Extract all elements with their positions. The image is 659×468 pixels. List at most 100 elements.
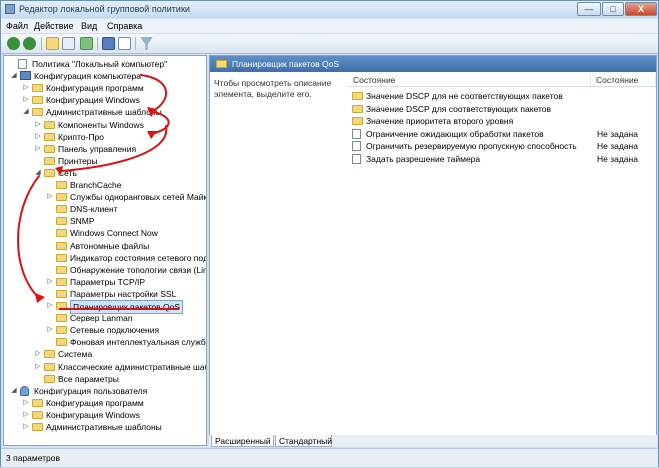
tree-item[interactable]: ▷ Классические административные шабло	[4, 361, 206, 373]
setting-row[interactable]: Значение приоритета второго уровня	[352, 115, 652, 127]
setting-state: Не задана	[597, 154, 638, 164]
folder-icon	[32, 410, 43, 419]
tree-item[interactable]: ▷ Конфигурация программ	[4, 397, 206, 409]
expand-icon[interactable]: ▷	[34, 143, 42, 155]
help-icon[interactable]	[102, 37, 115, 50]
collapse-icon[interactable]: ◢	[10, 70, 18, 82]
expand-icon[interactable]: ▷	[46, 191, 54, 203]
tree-item-label: Обнаружение топологии связи (Lin	[70, 264, 207, 275]
setting-row[interactable]: Ограничить резервируемую пропускную спос…	[352, 140, 652, 152]
folder-icon	[32, 96, 43, 105]
expand-icon[interactable]: ▷	[22, 421, 30, 433]
tree-item-label: Политика "Локальный компьютер"	[32, 59, 168, 69]
setting-label: Задать разрешение таймера	[366, 154, 481, 164]
folder-icon	[44, 120, 55, 129]
tree-item[interactable]: Windows Connect Now	[4, 227, 206, 239]
tree-item[interactable]: Автономные файлы	[4, 240, 206, 252]
tree-item[interactable]: ▷ Планировщик пакетов QoS	[4, 300, 206, 314]
menu-file[interactable]: Файл	[6, 21, 28, 31]
tree-item[interactable]: ▷ Конфигурация Windows	[4, 94, 206, 106]
tree-item-label: Все параметры	[58, 373, 119, 384]
details-title: Планировщик пакетов QoS	[232, 59, 340, 69]
menu-bar: Файл Действие Вид Справка	[1, 19, 658, 33]
tab-standard[interactable]: Стандартный	[275, 435, 332, 447]
minimize-button[interactable]: —	[577, 2, 601, 16]
tree-item[interactable]: Принтеры	[4, 155, 206, 167]
folder-icon[interactable]	[46, 37, 59, 50]
tree-item-label: Службы одноранговых сетей Майкр	[70, 192, 207, 203]
tree-item[interactable]: ◢ Сеть	[4, 167, 206, 179]
tree-item[interactable]: ▷ Параметры TCP/IP	[4, 276, 206, 288]
folder-icon	[216, 60, 227, 68]
tree-item[interactable]: Фоновая интеллектуальная служба	[4, 336, 206, 348]
policy-icon	[352, 128, 361, 139]
expand-icon[interactable]: ▷	[22, 397, 30, 409]
expand-icon[interactable]: ▷	[34, 348, 42, 360]
folder-icon	[56, 314, 67, 323]
tree-item[interactable]: ▷ Конфигурация Windows	[4, 409, 206, 421]
collapse-icon[interactable]: ◢	[34, 167, 42, 179]
tree-item[interactable]: ▷ Крипто-Про	[4, 131, 206, 143]
expand-icon[interactable]: ▷	[46, 276, 54, 288]
tree-item-label: SNMP	[70, 216, 95, 227]
folder-icon	[56, 229, 67, 238]
expand-icon[interactable]: ▷	[46, 324, 54, 336]
tree-item[interactable]: ▷ Службы одноранговых сетей Майкр	[4, 191, 206, 203]
tree-item[interactable]: Параметры настройки SSL	[4, 288, 206, 300]
tab-extended[interactable]: Расширенный	[211, 435, 274, 447]
tree-item[interactable]: ◢ Конфигурация компьютера	[4, 70, 206, 82]
expand-icon[interactable]: ▷	[46, 300, 54, 312]
setting-row[interactable]: Задать разрешение таймера Не задана	[352, 153, 652, 165]
menu-view[interactable]: Вид	[81, 21, 97, 31]
filter-icon[interactable]	[140, 37, 153, 50]
expand-icon[interactable]: ▷	[34, 131, 42, 143]
column-header-setting[interactable]: Состояние	[348, 74, 591, 87]
tree-item[interactable]: ▷ Административные шаблоны	[4, 421, 206, 433]
tree-item[interactable]: ▷ Панель управления	[4, 143, 206, 155]
tree-item[interactable]: ▷ Конфигурация программ	[4, 82, 206, 94]
expand-icon[interactable]: ▷	[22, 409, 30, 421]
expand-icon[interactable]: ▷	[34, 119, 42, 131]
forward-icon[interactable]	[23, 37, 36, 50]
close-button[interactable]: X	[625, 2, 657, 16]
tree-item[interactable]: SNMP	[4, 215, 206, 227]
back-icon[interactable]	[7, 37, 20, 50]
collapse-icon[interactable]: ◢	[22, 106, 30, 118]
maximize-button[interactable]: □	[602, 2, 624, 16]
tree-item[interactable]: Индикатор состояния сетевого подк	[4, 252, 206, 264]
collapse-icon[interactable]: ◢	[10, 385, 18, 397]
tree-item[interactable]: ▷ Система	[4, 348, 206, 360]
tree-item[interactable]: ◢ Конфигурация пользователя	[4, 385, 206, 397]
tree-item[interactable]: Политика "Локальный компьютер"	[4, 58, 206, 70]
column-header-state[interactable]: Состояние	[591, 74, 656, 87]
tree-item[interactable]: BranchCache	[4, 179, 206, 191]
folder-icon	[56, 181, 67, 189]
tree-item[interactable]: ◢ Административные шаблоны	[4, 106, 206, 118]
tree-item[interactable]: Все параметры	[4, 373, 206, 385]
tree-item[interactable]: Обнаружение топологии связи (Lin	[4, 264, 206, 276]
tree-item[interactable]: DNS-клиент	[4, 203, 206, 215]
menu-action[interactable]: Действие	[34, 21, 74, 31]
tree-toggle-icon[interactable]	[62, 37, 75, 50]
expand-icon[interactable]: ▷	[34, 361, 42, 373]
expand-icon[interactable]: ▷	[22, 82, 30, 94]
tree-item-label: DNS-клиент	[70, 204, 118, 215]
setting-row[interactable]: Значение DSCP для соответствующих пакето…	[352, 103, 652, 115]
setting-row[interactable]: Ограничение ожидающих обработки пакетов Н…	[352, 128, 652, 140]
tree-pane[interactable]: Политика "Локальный компьютер" ◢ Конфигура…	[3, 55, 207, 446]
tree-item[interactable]: ▷ Сетевые подключения	[4, 324, 206, 336]
setting-row[interactable]: Значение DSCP для не соответствующих пак…	[352, 90, 652, 102]
menu-help[interactable]: Справка	[107, 21, 142, 31]
toolbar-separator	[97, 37, 98, 50]
expand-icon[interactable]: ▷	[22, 94, 30, 106]
setting-label: Значение DSCP для соответствующих пакето…	[366, 103, 552, 114]
tree-item[interactable]: ▷ Компоненты Windows	[4, 119, 206, 131]
folder-icon	[44, 374, 55, 383]
properties-icon[interactable]	[118, 37, 131, 50]
tree-item[interactable]: Сервер Lanman	[4, 312, 206, 324]
annotation-underline	[59, 308, 179, 310]
setting-label: Ограничение ожидающих обработки пакетов	[366, 128, 544, 139]
tree-item-label: Принтеры	[58, 155, 98, 166]
tree-item-label: BranchCache	[70, 180, 122, 190]
export-icon[interactable]	[80, 37, 93, 50]
